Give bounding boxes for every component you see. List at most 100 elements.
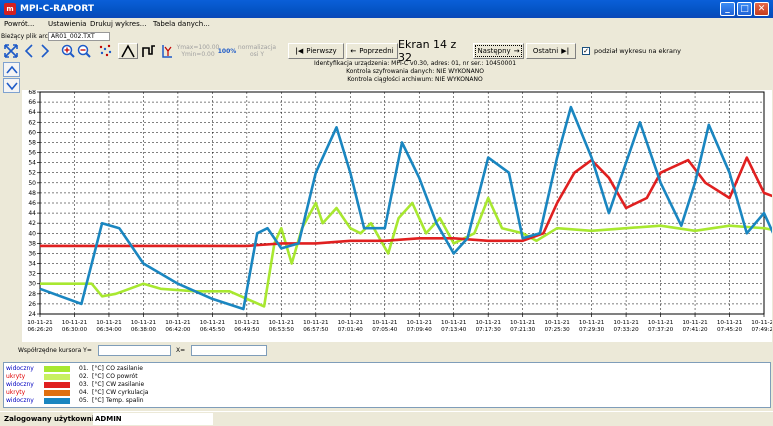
y-tick-label: 36 xyxy=(28,250,36,257)
zoom-in-icon[interactable] xyxy=(60,43,75,59)
x-tick-label: 07:17:30 xyxy=(476,327,502,333)
normalize-label-1: normalizacja xyxy=(237,44,277,51)
zoom-out-icon[interactable] xyxy=(76,43,91,59)
x-tick-label: 07:21:30 xyxy=(510,327,536,333)
y-tick-label: 50 xyxy=(28,180,36,187)
cursor-coordinates: Współrzędne kursora Y= X= xyxy=(0,345,773,357)
points-icon[interactable] xyxy=(97,43,113,59)
y-tick-label: 58 xyxy=(28,139,36,146)
menu-tabela-danych[interactable]: Tabela danych... xyxy=(153,20,210,28)
menu-ustawienia[interactable]: Ustawienia xyxy=(48,20,86,28)
scroll-right-icon[interactable] xyxy=(38,43,52,59)
screen-indicator: Ekran 14 z 32 xyxy=(398,38,457,64)
checkbox-box[interactable]: ✓ xyxy=(582,47,590,55)
y-tick-label: 28 xyxy=(28,291,36,298)
legend-row[interactable]: ukryty 02. [°C] CO powrót xyxy=(4,373,304,381)
menu-powrot[interactable]: Powrót... xyxy=(4,20,34,28)
x-tick-date: 10-11-21 xyxy=(510,320,536,326)
y-tick-label: 64 xyxy=(28,109,36,116)
fit-all-icon[interactable] xyxy=(3,43,19,59)
legend-unit: [°C] xyxy=(92,365,104,372)
split-screens-checkbox[interactable]: ✓ podział wykresu na ekrany xyxy=(582,43,747,59)
x-tick-label: 07:05:40 xyxy=(372,327,398,333)
first-icon: |◀ xyxy=(295,47,304,55)
x-tick-label: 07:09:40 xyxy=(407,327,433,333)
legend-visibility[interactable]: widoczny xyxy=(6,381,34,388)
prev-button[interactable]: ← Poprzedni xyxy=(346,43,398,59)
chart-area[interactable]: 24 26 28 30 32 34 36 38 40 42 44 46 48 50 52 54 56 58 60 62… xyxy=(22,90,772,342)
x-tick-date: 10-11-21 xyxy=(303,320,329,326)
x-tick-label: 07:49:20 xyxy=(751,327,772,333)
y-tick-label: 34 xyxy=(28,261,36,268)
step-mode-icon[interactable] xyxy=(139,43,159,59)
first-button[interactable]: |◀ Pierwszy xyxy=(288,43,344,59)
logged-user-value: ADMIN xyxy=(93,413,213,425)
title-bar: m MPI-C-RAPORT _ □ ✕ xyxy=(0,0,773,18)
x-tick-date: 10-11-21 xyxy=(475,320,501,326)
y-tick-label: 40 xyxy=(28,230,36,237)
x-tick-date: 10-11-21 xyxy=(544,320,570,326)
logged-user-label: Zalogowany użytkownik xyxy=(4,415,99,423)
legend-unit: [°C] xyxy=(92,373,104,380)
line-chart[interactable]: 24 26 28 30 32 34 36 38 40 42 44 46 48 50 52 54 56 58 60 62… xyxy=(22,90,772,342)
x-tick-label: 07:33:20 xyxy=(614,327,640,333)
legend-unit: [°C] xyxy=(92,397,104,404)
legend-visibility[interactable]: ukryty xyxy=(6,389,25,396)
x-tick-label: 06:49:50 xyxy=(234,327,260,333)
legend-row[interactable]: widoczny 03. [°C] CW zasilanie xyxy=(4,381,304,389)
close-button[interactable]: ✕ xyxy=(754,2,769,16)
menu-bar: Powrót... Ustawienia Drukuj wykres... Ta… xyxy=(0,18,773,31)
x-tick-label: 07:29:30 xyxy=(579,327,605,333)
encryption-check-line: Kontrola szyfrowania danych: NIE WYKONAN… xyxy=(346,68,484,75)
legend-unit: [°C] xyxy=(92,381,104,388)
checkbox-label: podział wykresu na ekrany xyxy=(594,47,681,55)
x-tick-date: 10-11-21 xyxy=(165,320,191,326)
legend-row[interactable]: widoczny 01. [°C] CO zasilanie xyxy=(4,365,304,373)
legend-number: 04. xyxy=(79,389,89,396)
normalize-label: normalizacja osi Y xyxy=(236,43,278,59)
maximize-button[interactable]: □ xyxy=(737,2,752,16)
legend-swatch xyxy=(44,366,70,372)
x-tick-date: 10-11-21 xyxy=(648,320,674,326)
line-mode-icon[interactable] xyxy=(118,43,138,59)
scroll-up-icon[interactable] xyxy=(3,62,20,77)
legend-row[interactable]: widoczny 05. [°C] Temp. spalin xyxy=(4,397,304,405)
next-button[interactable]: Następny → xyxy=(473,43,524,59)
cursor-x-label: X= xyxy=(176,347,186,354)
device-info: Identyfikacja urządzenia: MPI-C v0.30, a… xyxy=(250,60,580,84)
x-tick-date: 10-11-21 xyxy=(96,320,122,326)
menu-drukuj-wykres[interactable]: Drukuj wykres... xyxy=(90,20,146,28)
device-info-line: Identyfikacja urządzenia: MPI-C v0.30, a… xyxy=(313,60,517,67)
legend-swatch xyxy=(44,374,70,380)
scroll-left-icon[interactable] xyxy=(22,43,36,59)
legend-row[interactable]: ukryty 04. [°C] CW cyrkulacja xyxy=(4,389,304,397)
x-tick-date: 10-11-21 xyxy=(338,320,364,326)
last-icon: ▶| xyxy=(561,47,570,55)
y-min-label: Ymin=0.00 xyxy=(181,51,215,58)
legend-name: CW cyrkulacja xyxy=(106,389,149,396)
minimize-button[interactable]: _ xyxy=(720,2,735,16)
x-tick-label: 07:41:20 xyxy=(682,327,708,333)
legend-visibility[interactable]: ukryty xyxy=(6,373,25,380)
status-bar: Zalogowany użytkownik ADMIN xyxy=(0,411,773,426)
y-scale-icon[interactable] xyxy=(160,43,174,59)
percent-icon[interactable]: 100% xyxy=(218,43,237,59)
y-tick-label: 30 xyxy=(28,281,36,288)
y-tick-label: 56 xyxy=(28,150,36,157)
legend-number: 01. xyxy=(79,365,89,372)
y-tick-label: 38 xyxy=(28,240,36,247)
x-tick-date: 10-11-21 xyxy=(62,320,88,326)
x-tick-label: 06:57:50 xyxy=(303,327,329,333)
legend-visibility[interactable]: widoczny xyxy=(6,365,34,372)
x-tick-label: 06:26:20 xyxy=(27,327,53,333)
legend-visibility[interactable]: widoczny xyxy=(6,397,34,404)
y-tick-label: 44 xyxy=(28,210,36,217)
y-tick-label: 52 xyxy=(28,170,36,177)
legend-swatch xyxy=(44,398,70,404)
y-tick-label: 48 xyxy=(28,190,36,197)
last-button[interactable]: Ostatni ▶| xyxy=(526,43,576,59)
last-label: Ostatni xyxy=(532,47,559,55)
cursor-x-field xyxy=(191,345,267,356)
x-tick-date: 10-11-21 xyxy=(682,320,708,326)
scroll-down-icon[interactable] xyxy=(3,78,20,93)
